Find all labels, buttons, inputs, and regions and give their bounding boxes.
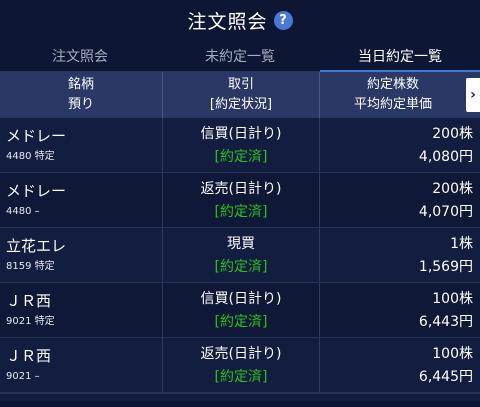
quantity-cell: 200株 4,080円 [320,118,480,172]
execution-status: [約定済] [214,369,268,385]
column-label-avg-price: 平均約定単価 [353,97,432,112]
execution-status: [約定済] [214,149,268,165]
trade-type: 現買 [227,236,255,252]
trade-cell: 信買(日計り) [約定済] [163,118,320,172]
tab-order-inquiry[interactable]: 注文照会 [0,40,160,71]
table-row[interactable]: ＪＲ西 9021 – 返売(日計り) [約定済] 100株 6,445円 [0,338,480,393]
column-label-trade: 取引 [227,77,254,92]
help-icon[interactable]: ? [273,10,293,30]
column-label-quantity: 約定株数 [366,77,419,92]
quantity-cell: 200株 4,070円 [320,173,480,227]
chevron-right-icon[interactable]: › [466,78,480,112]
quantity-cell: 1株 1,569円 [320,228,480,282]
execution-list: メドレー 4480 特定 信買(日計り) [約定済] 200株 4,080円 メ… [0,118,480,393]
column-header-stock: 銘柄 預り [0,72,163,118]
execution-status: [約定済] [214,259,268,275]
trade-type: 返売(日計り) [200,346,282,362]
stock-name: ＪＲ西 [6,292,52,310]
executed-quantity: 200株 [432,126,473,142]
quantity-cell: 100株 6,445円 [320,338,480,392]
trade-cell: 現買 [約定済] [163,228,320,282]
table-row[interactable]: 立花エレ 8159 特定 現買 [約定済] 1株 1,569円 [0,228,480,283]
trade-cell: 信買(日計り) [約定済] [163,283,320,337]
average-price: 4,070円 [418,204,473,220]
column-label-status: [約定状況] [209,97,273,112]
column-header-trade: 取引 [約定状況] [163,72,320,118]
stock-code-account: 9021 特定 [6,316,55,327]
executed-quantity: 100株 [432,346,473,362]
average-price: 1,569円 [418,259,473,275]
tab-bar: 注文照会 未約定一覧 当日約定一覧 [0,40,480,72]
stock-cell: 立花エレ 8159 特定 [0,228,163,282]
average-price: 6,445円 [418,369,473,385]
tab-today-executed-list[interactable]: 当日約定一覧 [320,40,480,72]
stock-cell: メドレー 4480 – [0,173,163,227]
executed-quantity: 200株 [432,181,473,197]
stock-name: 立花エレ [6,237,67,255]
column-header: 銘柄 預り 取引 [約定状況] 約定株数 平均約定単価 › [0,72,480,118]
trade-type: 信買(日計り) [200,126,282,142]
executed-quantity: 1株 [450,236,473,252]
stock-code-account: 4480 – [6,206,40,217]
column-label-stock: 銘柄 [67,77,94,92]
average-price: 6,443円 [418,314,473,330]
stock-name: メドレー [6,127,67,145]
table-row[interactable]: メドレー 4480 – 返売(日計り) [約定済] 200株 4,070円 [0,173,480,228]
quantity-cell: 100株 6,443円 [320,283,480,337]
execution-status: [約定済] [214,314,268,330]
page-title: 注文照会 [187,10,268,33]
trade-cell: 返売(日計り) [約定済] [163,338,320,392]
average-price: 4,080円 [418,149,473,165]
stock-code-account: 4480 特定 [6,151,55,162]
stock-cell: ＪＲ西 9021 特定 [0,283,163,337]
stock-cell: メドレー 4480 特定 [0,118,163,172]
title-bar: 注文照会 ? [0,0,480,40]
stock-name: メドレー [6,182,67,200]
trade-cell: 返売(日計り) [約定済] [163,173,320,227]
list-continuation [0,393,480,401]
tab-unexecuted-list[interactable]: 未約定一覧 [160,40,320,71]
executed-quantity: 100株 [432,291,473,307]
column-label-account: 預り [67,97,94,112]
stock-code-account: 8159 特定 [6,261,55,272]
trade-type: 返売(日計り) [200,181,282,197]
stock-name: ＪＲ西 [6,347,52,365]
execution-status: [約定済] [214,204,268,220]
stock-cell: ＪＲ西 9021 – [0,338,163,392]
trade-type: 信買(日計り) [200,291,282,307]
table-row[interactable]: メドレー 4480 特定 信買(日計り) [約定済] 200株 4,080円 [0,118,480,173]
column-header-quantity: 約定株数 平均約定単価 [320,72,480,118]
stock-code-account: 9021 – [6,371,40,382]
table-row[interactable]: ＪＲ西 9021 特定 信買(日計り) [約定済] 100株 6,443円 [0,283,480,338]
